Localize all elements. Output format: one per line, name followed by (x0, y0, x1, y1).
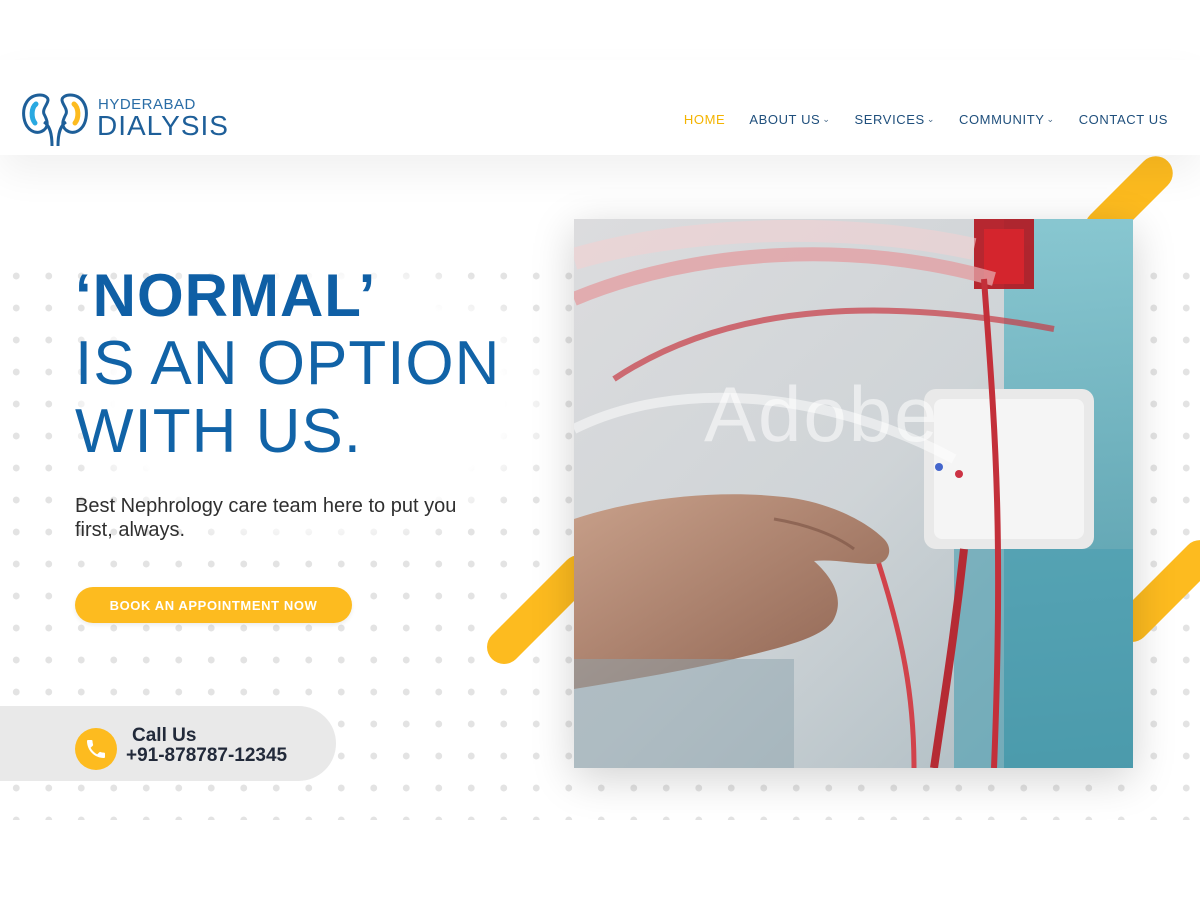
call-us-label: Call Us (132, 725, 197, 746)
phone-number[interactable]: +91-878787-12345 (126, 745, 287, 767)
nav-item-label: ABOUT US (749, 112, 821, 127)
site-header: HYDERABAD DIALYSIS HOME ABOUT US ⌄ SERVI… (0, 60, 1200, 155)
dialysis-machine-illustration (574, 219, 1133, 768)
hero-subtitle: Best Nephrology care team here to put yo… (75, 495, 457, 541)
chevron-down-icon: ⌄ (822, 114, 831, 124)
nav-item-services[interactable]: SERVICES ⌄ (843, 112, 947, 127)
hero-title-line3: WITH US. (75, 397, 362, 466)
hero-title-line2: IS AN OPTION (75, 329, 501, 398)
phone-icon (75, 728, 117, 770)
site-logo[interactable]: HYDERABAD DIALYSIS (22, 92, 228, 148)
nav-item-label: CONTACT US (1078, 112, 1168, 127)
chevron-down-icon: ⌄ (926, 114, 935, 124)
nav-item-community[interactable]: COMMUNITY ⌄ (947, 112, 1067, 127)
nav-item-label: COMMUNITY (958, 112, 1045, 127)
nav-item-label: HOME (683, 112, 726, 127)
hero-image: Adobe (574, 219, 1133, 768)
call-us-card[interactable]: Call Us +91-878787-12345 (0, 706, 336, 781)
chevron-down-icon: ⌄ (1046, 114, 1055, 124)
main-nav: HOME ABOUT US ⌄ SERVICES ⌄ COMMUNITY ⌄ C… (672, 112, 1180, 127)
nav-item-home[interactable]: HOME (672, 112, 737, 127)
book-appointment-button[interactable]: BOOK AN APPOINTMENT NOW (75, 587, 352, 623)
kidney-logo-icon (22, 93, 88, 147)
nav-item-about-us[interactable]: ABOUT US ⌄ (737, 112, 842, 127)
logo-text-bottom: DIALYSIS (97, 110, 229, 141)
nav-item-contact-us[interactable]: CONTACT US (1067, 112, 1180, 127)
image-watermark: Adobe (704, 370, 940, 458)
hero-title: ‘NORMAL’ IS AN OPTION WITH US. (75, 262, 555, 466)
nav-item-label: SERVICES (854, 112, 925, 127)
hero-title-line1: ‘NORMAL’ (75, 262, 377, 329)
